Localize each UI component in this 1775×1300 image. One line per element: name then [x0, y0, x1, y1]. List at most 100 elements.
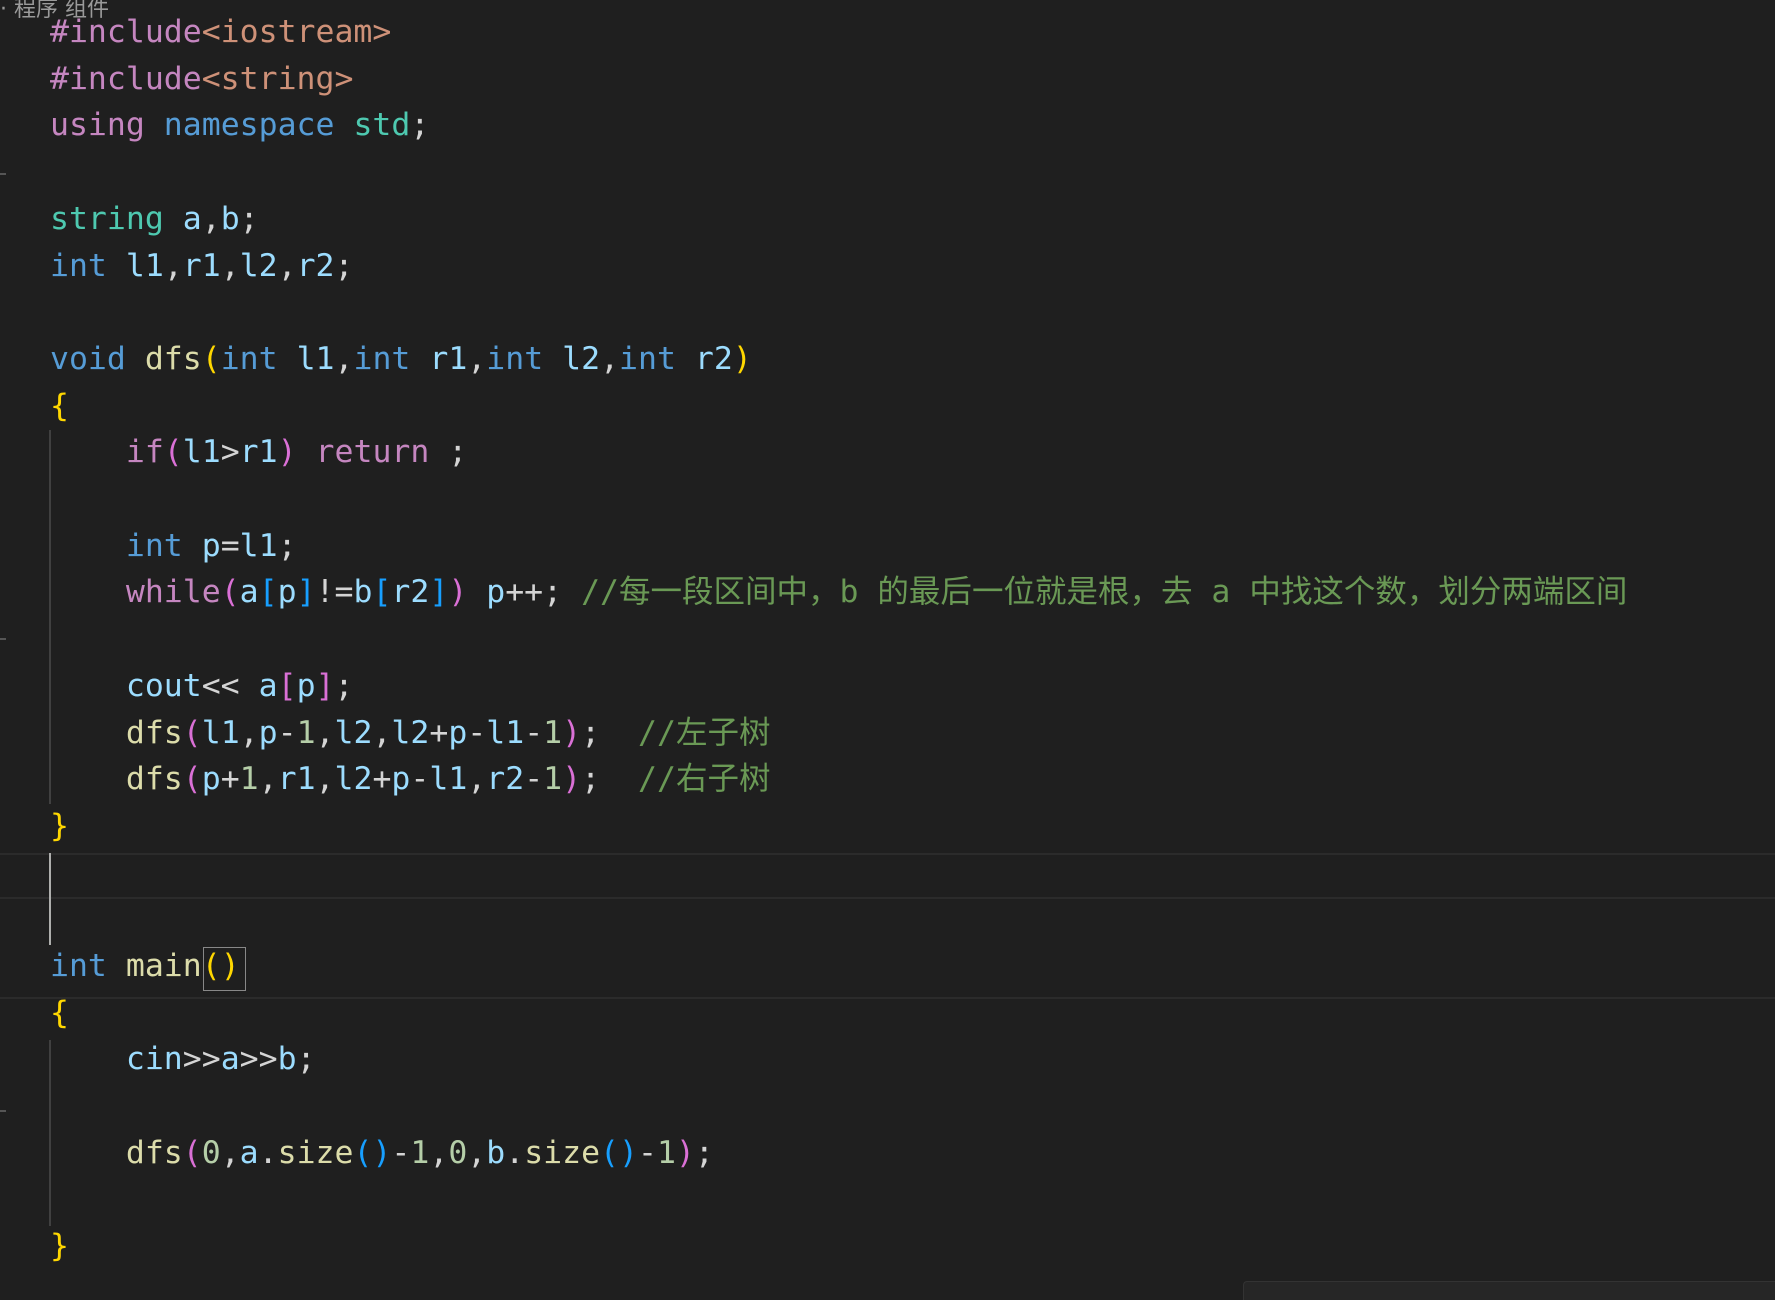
code-token: (	[163, 434, 183, 471]
code-token: l1	[182, 434, 221, 471]
code-line[interactable]: {	[50, 990, 69, 1036]
code-token: [	[258, 574, 278, 611]
code-token: ,	[372, 714, 392, 751]
fold-marker[interactable]	[0, 1110, 6, 1112]
code-token: p	[391, 761, 411, 798]
code-token: r1	[429, 340, 468, 377]
code-token: ;	[429, 434, 468, 471]
code-token: .	[258, 1134, 278, 1171]
code-token: ;	[334, 247, 354, 284]
code-token: b	[486, 1134, 506, 1171]
code-line[interactable]: cin>>a>>b;	[50, 1036, 316, 1082]
code-line[interactable]: string a,b;	[50, 196, 259, 242]
code-line[interactable]: void dfs(int l1,int r1,int l2,int r2)	[50, 336, 752, 382]
code-token: string	[50, 200, 164, 237]
code-token: l2	[334, 714, 373, 751]
code-token: if	[125, 434, 164, 471]
code-line[interactable]: while(a[p]!=b[r2]) p++; //每一段区间中，b 的最后一位…	[50, 569, 1627, 615]
code-token: ;	[694, 1134, 714, 1171]
code-token: int	[50, 247, 107, 284]
code-token: >>	[239, 1041, 278, 1078]
code-token: -	[277, 714, 297, 751]
code-line[interactable]: #include<iostream>	[50, 9, 391, 55]
code-line[interactable]: }	[50, 803, 69, 849]
code-line[interactable]: #include<string>	[50, 56, 353, 102]
code-line[interactable]: if(l1>r1) return ;	[50, 429, 467, 475]
code-token: ,	[600, 340, 620, 377]
code-token: !=	[315, 574, 354, 611]
code-line[interactable]: }	[50, 1223, 69, 1269]
code-token: 0	[448, 1134, 468, 1171]
code-token: {	[50, 387, 69, 424]
code-token: ,	[239, 714, 259, 751]
code-token: <iostream>	[201, 14, 392, 50]
code-line[interactable]: cout<< a[p];	[50, 663, 354, 709]
code-token: int	[50, 948, 107, 984]
code-token: ;	[277, 527, 297, 564]
code-token: int	[619, 340, 676, 377]
code-line[interactable]: int p=l1;	[50, 523, 297, 569]
code-line[interactable]: {	[50, 383, 69, 429]
fold-marker[interactable]	[0, 173, 6, 175]
code-token: -	[524, 714, 544, 751]
code-token: p	[448, 714, 468, 751]
code-line[interactable]: using namespace std;	[50, 102, 429, 148]
code-token: [	[277, 667, 297, 704]
code-token: ()	[201, 948, 240, 984]
code-token: p	[486, 574, 506, 611]
code-token: <<	[201, 667, 259, 704]
code-token: b	[277, 1041, 297, 1078]
code-token: ;	[410, 107, 430, 144]
code-token: ,	[467, 761, 487, 798]
code-token: //左子树	[638, 714, 771, 751]
code-token: using	[50, 107, 145, 144]
code-token: (	[182, 714, 202, 751]
code-token: )	[562, 714, 582, 751]
code-line[interactable]: dfs(p+1,r1,l2+p-l1,r2-1); //右子树	[50, 756, 771, 802]
horizontal-scrollbar[interactable]	[1243, 1281, 1775, 1300]
code-token: ++;	[505, 574, 582, 611]
code-line[interactable]: dfs(l1,p-1,l2,l2+p-l1-1); //左子树	[50, 710, 771, 756]
code-token: )	[562, 761, 582, 798]
current-line-highlight	[0, 897, 1775, 899]
code-line[interactable]: dfs(0,a.size()-1,0,b.size()-1);	[50, 1130, 714, 1176]
code-token: l1	[486, 714, 525, 751]
code-token: l1	[296, 340, 335, 377]
fold-marker[interactable]	[0, 638, 6, 640]
code-line[interactable]: int l1,r1,l2,r2;	[50, 243, 354, 289]
code-token: .	[505, 1134, 525, 1171]
code-token: +	[372, 761, 392, 798]
code-editor[interactable]: · 程序 组件 #include<iostream> #include<strin…	[0, 0, 1775, 1300]
code-token: size	[277, 1134, 354, 1171]
code-token: l1	[125, 247, 164, 284]
code-token: ;	[239, 200, 259, 237]
current-line-highlight	[0, 853, 1775, 999]
code-token: l2	[391, 714, 430, 751]
code-token: )	[675, 1134, 695, 1171]
code-token: namespace	[163, 107, 335, 144]
code-token: void	[50, 340, 126, 377]
code-token: <string>	[201, 60, 354, 97]
code-token: l1	[239, 527, 278, 564]
code-token: while	[125, 574, 221, 611]
code-line[interactable]: int main()	[50, 943, 240, 989]
code-token: {	[50, 994, 69, 1031]
code-token: ,	[467, 340, 487, 377]
code-token: 1	[543, 714, 563, 751]
code-token: (	[182, 1134, 202, 1171]
code-token: ;	[581, 714, 639, 751]
code-token: -	[637, 1134, 657, 1171]
code-token: a	[239, 1134, 259, 1171]
code-token: (	[201, 340, 221, 377]
code-token: r1	[182, 247, 221, 284]
code-token: main	[125, 948, 202, 984]
